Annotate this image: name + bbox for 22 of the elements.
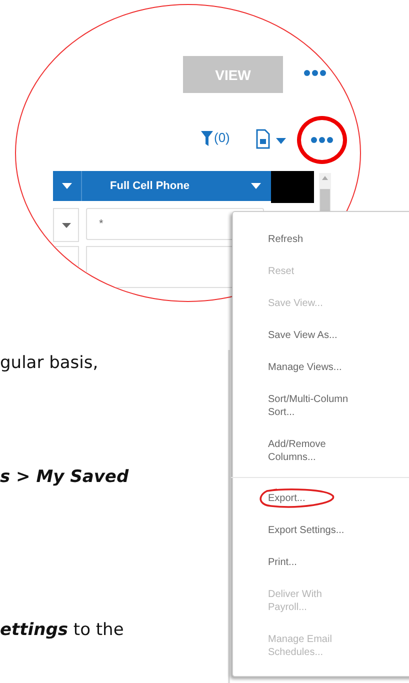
menu-item[interactable]: Save View As... <box>233 325 409 346</box>
filter-dropdown[interactable] <box>53 208 79 242</box>
document-icon[interactable] <box>256 129 270 149</box>
paragraph-text: gular basis, <box>0 353 98 373</box>
filter-count: (0) <box>214 130 230 145</box>
menu-item[interactable]: Export Settings... <box>233 520 409 541</box>
menu-item[interactable]: Print... <box>233 552 409 573</box>
paragraph-text: s > My Saved <box>0 467 129 487</box>
menu-item[interactable]: Sort/Multi-Column Sort... <box>233 389 409 423</box>
caret-icon[interactable] <box>251 183 261 189</box>
column-header[interactable]: Full Cell Phone <box>110 180 190 192</box>
more-icon[interactable] <box>303 69 327 77</box>
header-cell <box>271 171 314 203</box>
menu-item[interactable]: Manage Views... <box>233 357 409 378</box>
filter-icon[interactable] <box>201 131 213 146</box>
menu-item[interactable]: Add/Remove Columns... <box>233 434 409 468</box>
more-icon[interactable] <box>310 136 334 144</box>
paragraph-text: ettings to the <box>0 620 124 640</box>
caret-icon[interactable] <box>62 183 72 189</box>
caret-icon[interactable] <box>62 222 70 228</box>
menu-item[interactable]: Export... <box>233 488 409 509</box>
caret-icon[interactable] <box>276 138 286 144</box>
